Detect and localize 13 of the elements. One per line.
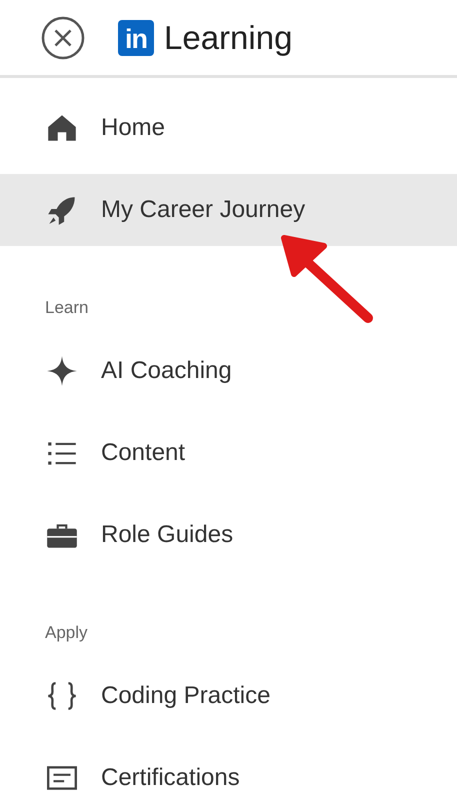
nav-item[interactable]: Content xyxy=(0,424,457,482)
braces-icon xyxy=(45,679,79,713)
close-button[interactable] xyxy=(40,14,86,60)
nav-item[interactable]: AI Coaching xyxy=(0,342,457,400)
section-heading: Apply xyxy=(44,622,89,644)
nav-item[interactable]: Coding Practice xyxy=(0,667,457,725)
section-heading: Learn xyxy=(44,297,90,319)
nav-item[interactable]: My Career Journey xyxy=(0,174,457,246)
nav-item[interactable]: Home xyxy=(0,99,457,157)
logo-mark: in xyxy=(118,20,154,56)
nav-item[interactable]: Role Guides xyxy=(0,506,457,564)
nav-item[interactable]: Certifications xyxy=(0,749,457,807)
logo-text: Learning xyxy=(164,18,292,56)
